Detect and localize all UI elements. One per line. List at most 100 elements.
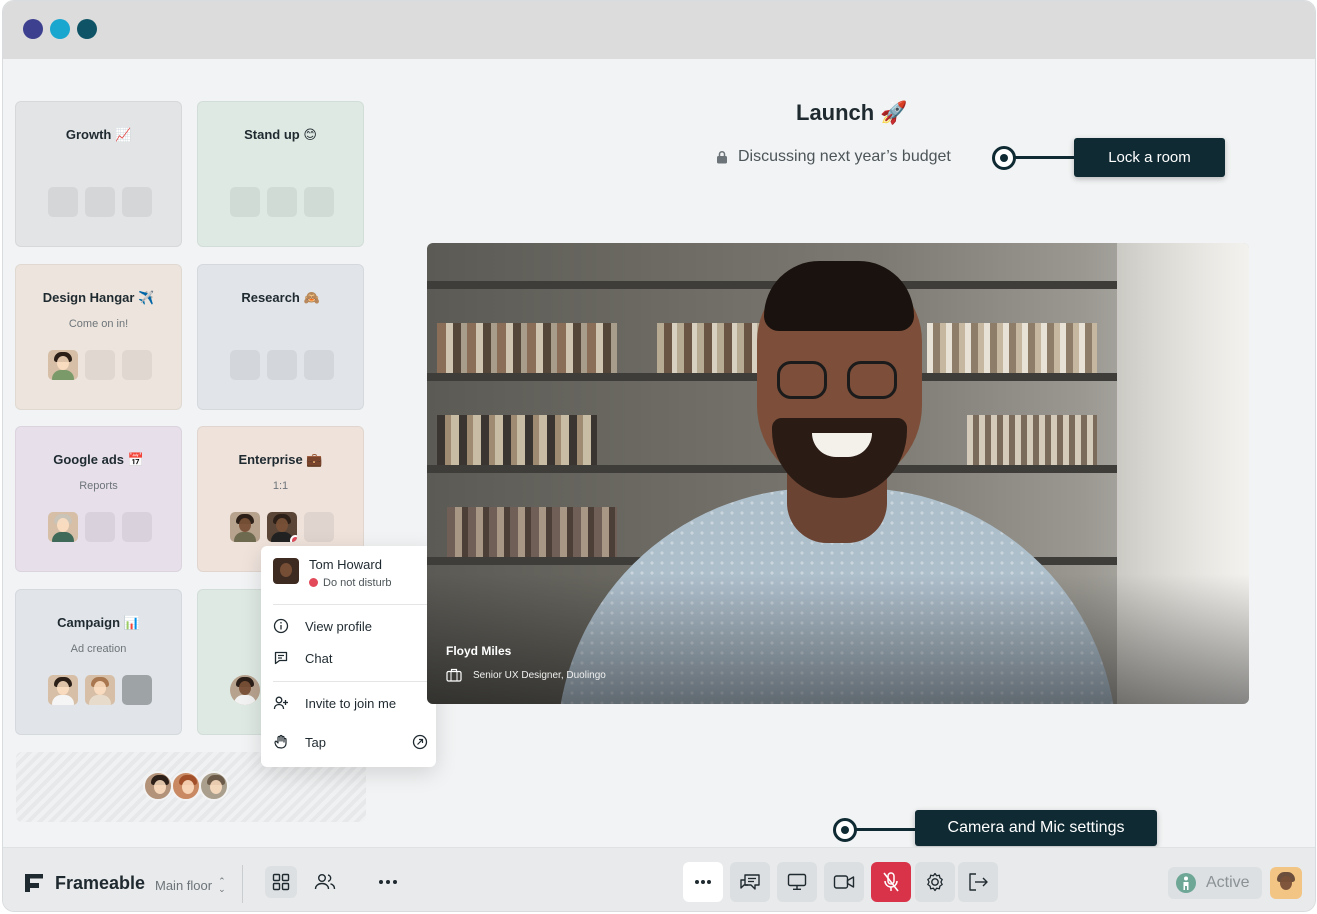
participant-avatar[interactable] <box>48 512 78 542</box>
floor-selector[interactable]: Main floor ⌃ ⌄ <box>155 877 226 894</box>
room-title: Research 🙈 <box>241 290 320 305</box>
background-shelf <box>427 465 1117 473</box>
menu-item-label: Invite to join me <box>305 695 397 711</box>
room-seats <box>230 512 334 542</box>
room-card-growth[interactable]: Growth 📈 <box>15 101 182 247</box>
camera-button[interactable] <box>824 862 864 902</box>
monitor-icon <box>787 873 807 890</box>
participant-avatar[interactable] <box>143 771 173 801</box>
status-selector[interactable]: Active <box>1168 867 1262 899</box>
participant-name: Floyd Miles <box>446 644 512 658</box>
empty-seat[interactable] <box>48 187 78 217</box>
brand-name: Frameable <box>55 872 146 893</box>
room-card-google-ads[interactable]: Google ads 📅 Reports <box>15 426 182 572</box>
empty-seat[interactable] <box>230 187 260 217</box>
gear-icon <box>927 872 943 892</box>
settings-button[interactable] <box>915 862 955 902</box>
empty-seat[interactable] <box>85 350 115 380</box>
my-avatar[interactable] <box>1270 867 1302 899</box>
menu-item-label: Tap <box>305 734 326 750</box>
wave-hand-icon <box>274 734 287 749</box>
empty-seat[interactable] <box>122 512 152 542</box>
participant-avatar[interactable] <box>122 675 152 705</box>
participant-avatar[interactable] <box>48 675 78 705</box>
chat-icon <box>274 651 288 665</box>
microphone-toggle-button[interactable] <box>871 862 911 902</box>
participant-role-text: Senior UX Designer, Duolingo <box>473 669 606 681</box>
video-gradient <box>427 574 1249 704</box>
participant-context-menu: Tom Howard Do not disturb View profile C… <box>261 546 436 767</box>
background-books <box>437 323 617 373</box>
chat-icon <box>740 874 760 890</box>
menu-item-chat[interactable]: Chat <box>273 647 428 669</box>
brand[interactable]: Frameable <box>23 872 145 894</box>
participant-hair <box>764 261 914 331</box>
empty-seat[interactable] <box>267 350 297 380</box>
participant-avatar[interactable] <box>171 771 201 801</box>
room-title: Stand up 😊 <box>244 127 317 142</box>
room-title: Campaign 📊 <box>57 615 140 630</box>
menu-item-invite[interactable]: Invite to join me <box>273 692 428 714</box>
grid-view-button[interactable] <box>265 866 297 898</box>
sound-on-icon[interactable] <box>412 734 428 750</box>
screen-share-button[interactable] <box>777 862 817 902</box>
more-options-button[interactable] <box>368 862 408 902</box>
room-card-standup[interactable]: Stand up 😊 <box>197 101 364 247</box>
menu-item-tap[interactable]: Tap <box>273 731 428 753</box>
room-seats <box>48 675 152 705</box>
background-books <box>967 415 1097 465</box>
glasses-lens <box>777 361 827 399</box>
empty-seat[interactable] <box>304 512 334 542</box>
minimize-window-button[interactable] <box>50 19 70 39</box>
participant-name: Tom Howard <box>309 557 382 572</box>
participant-avatar[interactable] <box>230 675 260 705</box>
invite-icon <box>273 696 288 710</box>
bottom-toolbar: Frameable Main floor ⌃ ⌄ Active <box>3 847 1315 911</box>
background-books <box>437 415 597 465</box>
people-button[interactable] <box>305 862 345 902</box>
participant-avatar[interactable] <box>230 512 260 542</box>
empty-seat[interactable] <box>267 187 297 217</box>
close-window-button[interactable] <box>23 19 43 39</box>
mic-off-icon <box>883 872 899 892</box>
empty-seat[interactable] <box>304 187 334 217</box>
title-bar <box>3 1 1315 59</box>
empty-seat[interactable] <box>85 512 115 542</box>
room-subtitle: 1:1 <box>272 480 289 492</box>
more-actions-button[interactable] <box>683 862 723 902</box>
empty-seat[interactable] <box>304 350 334 380</box>
empty-seat[interactable] <box>122 350 152 380</box>
room-card-research[interactable]: Research 🙈 <box>197 264 364 410</box>
participant-avatar-tom-howard[interactable] <box>267 512 297 542</box>
room-title: Growth 📈 <box>65 127 132 142</box>
room-subtitle: Reports <box>79 480 118 492</box>
room-description: Discussing next year’s budget <box>716 148 951 166</box>
camera-mic-callout: Camera and Mic settings <box>915 810 1157 846</box>
empty-seat[interactable] <box>230 350 260 380</box>
room-card-design-hangar[interactable]: Design Hangar ✈️ Come on in! <box>15 264 182 410</box>
empty-seat[interactable] <box>122 187 152 217</box>
room-seats <box>48 350 152 380</box>
video-tile[interactable]: Floyd Miles Senior UX Designer, Duolingo <box>427 243 1249 704</box>
participant-avatar[interactable] <box>85 675 115 705</box>
floor-label: Main floor <box>155 877 213 893</box>
more-horizontal-icon <box>379 880 397 884</box>
menu-divider <box>273 604 436 605</box>
room-title: Design Hangar ✈️ <box>42 290 155 305</box>
menu-item-view-profile[interactable]: View profile <box>273 615 428 637</box>
room-title: Google ads 📅 <box>53 452 144 467</box>
lock-icon[interactable] <box>716 150 728 164</box>
room-seats <box>48 187 152 217</box>
lobby-avatars <box>143 771 229 801</box>
toolbar-divider <box>242 865 243 903</box>
leave-room-button[interactable] <box>958 862 998 902</box>
maximize-window-button[interactable] <box>77 19 97 39</box>
background-books <box>927 323 1097 373</box>
grid-icon <box>272 873 290 891</box>
participant-avatar[interactable] <box>199 771 229 801</box>
empty-seat[interactable] <box>85 187 115 217</box>
chat-button[interactable] <box>730 862 770 902</box>
room-card-campaign[interactable]: Campaign 📊 Ad creation <box>15 589 182 735</box>
participant-avatar[interactable] <box>48 350 78 380</box>
do-not-disturb-badge <box>290 535 297 542</box>
